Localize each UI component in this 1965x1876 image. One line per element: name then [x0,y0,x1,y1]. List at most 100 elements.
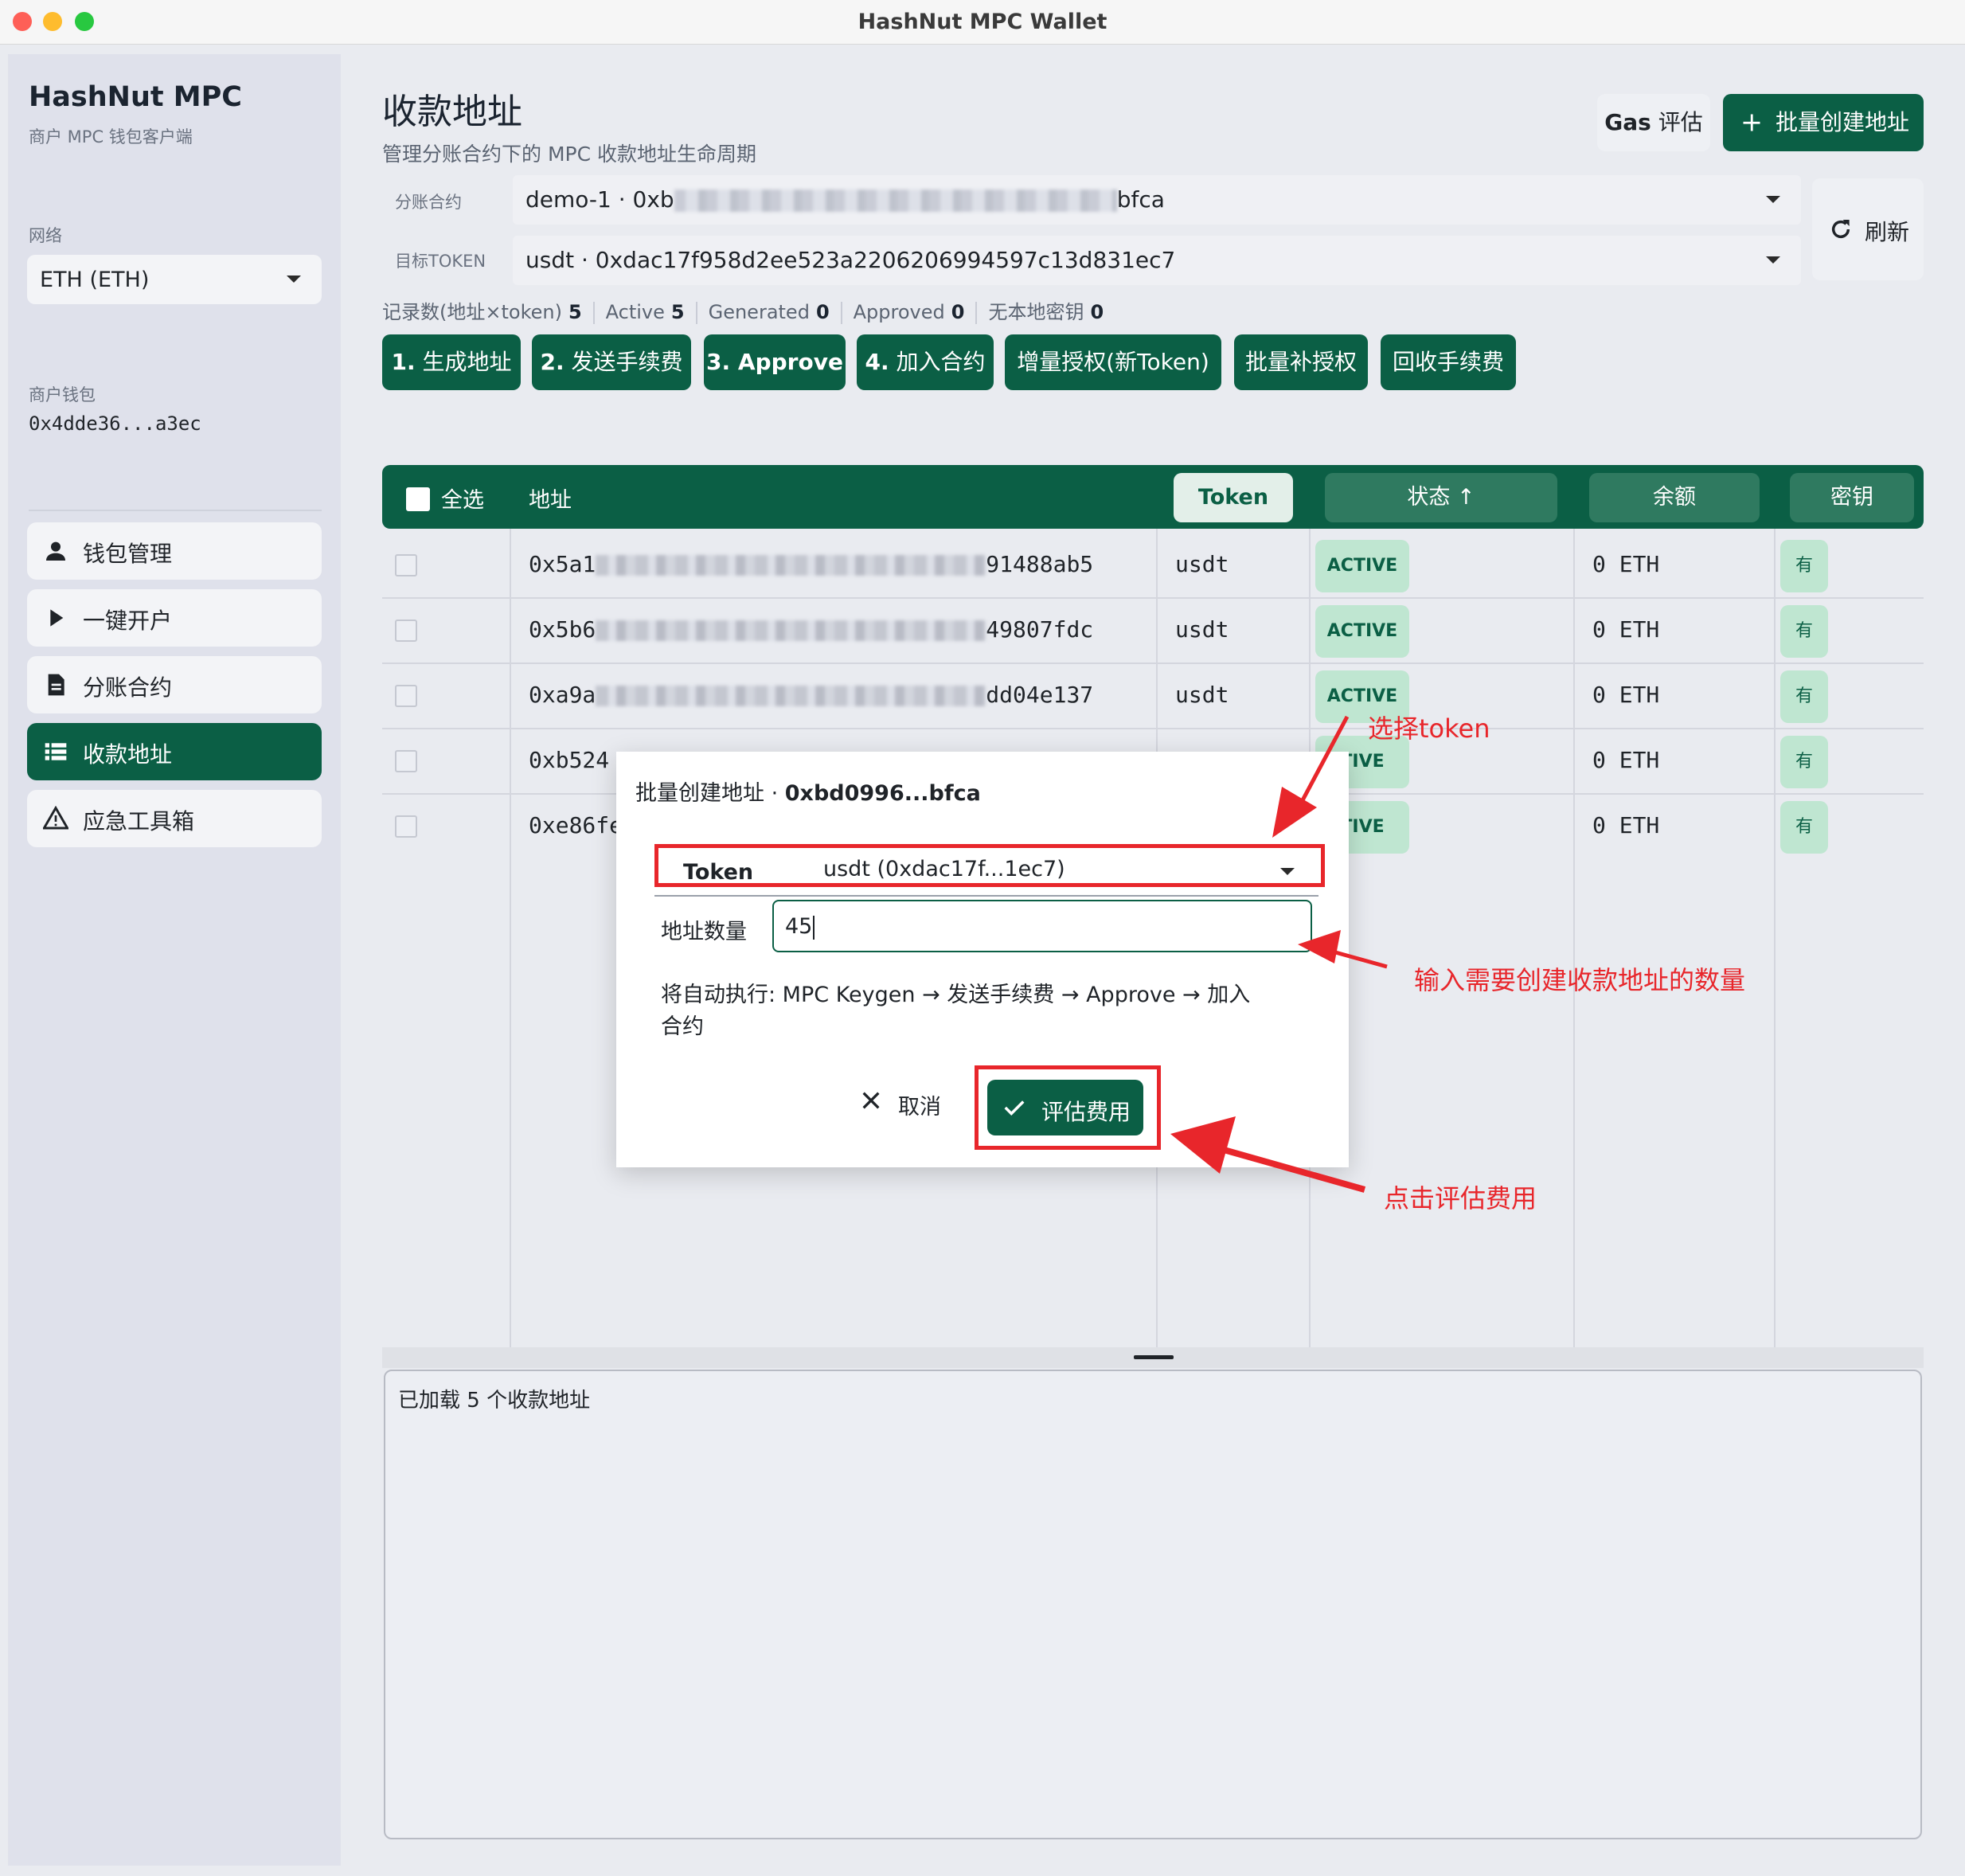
cancel-label: 取消 [898,1095,941,1120]
column-header-status[interactable]: 状态 ↑ [1325,473,1557,522]
title-bar: HashNut MPC Wallet [0,0,1965,45]
table-cell-token: usdt [1175,682,1229,708]
recover-fee-button[interactable]: 回收手续费 [1381,334,1516,390]
batch-reauthorize-button[interactable]: 批量补授权 [1234,334,1368,390]
close-icon [862,1092,880,1109]
step-label: 增量授权(新Token) [1017,349,1209,375]
column-divider [1573,529,1575,1349]
annotation-click-estimate: 点击评估费用 [1384,1183,1537,1214]
sidebar-item-receiving-address[interactable]: 收款地址 [27,723,322,780]
stat-approved-label: Approved [853,301,945,323]
row-divider [382,662,1924,664]
sidebar-item-wallet-management[interactable]: 钱包管理 [27,522,322,580]
table-cell-address[interactable]: 0xa9a dd04e137 [529,682,1093,708]
row-checkbox[interactable] [395,685,417,707]
dialog-title: 批量创建地址 · 0xbd0996...bfca [635,776,981,807]
step-join-contract-button[interactable]: 4. 加入合约 [857,334,994,390]
row-checkbox[interactable] [395,554,417,576]
panel-splitter[interactable] [382,1347,1924,1368]
stat-no-local-key-label: 无本地密钥 [988,301,1084,323]
batch-create-label: 批量创建地址 [1776,109,1910,135]
sidebar-item-label: 收款地址 [83,741,173,768]
stat-records-value: 5 [568,301,582,323]
sidebar-item-label: 一键开户 [83,608,173,634]
batch-create-address-button[interactable]: 批量创建地址 [1723,94,1924,151]
warning-icon [43,806,68,830]
chevron-down-icon [287,276,301,283]
step-number: 2. [540,349,564,375]
dialog-description: 将自动执行: MPC Keygen → 发送手续费 → Approve → 加入… [661,983,1251,1039]
quantity-input[interactable]: 45 [772,900,1312,952]
column-divider [510,529,511,1349]
table-cell-balance: 0 ETH [1592,747,1660,773]
select-all-checkbox[interactable] [406,487,430,511]
address-end: 91488ab5 [986,551,1094,577]
quantity-value: 45 [785,914,813,939]
merchant-wallet-address: 0x4dde36...a3ec [29,412,201,435]
contract-value-suffix: bfca [1116,186,1165,213]
refresh-button[interactable]: 刷新 [1812,178,1924,280]
user-icon [46,541,65,561]
table-cell-balance: 0 ETH [1592,616,1660,643]
table-cell-address[interactable]: 0x5a1 91488ab5 [529,551,1093,577]
row-divider [382,597,1924,599]
row-checkbox[interactable] [395,815,417,838]
table-header: 全选 地址 Token 状态 ↑ 余额 密钥 [382,465,1924,529]
address-end: 49807fdc [986,616,1094,643]
drag-handle-icon[interactable] [1134,1355,1174,1359]
contract-value-prefix: demo-1 · 0xb [525,186,674,213]
step-label: Approve [730,349,843,375]
page-title: 收款地址 [382,92,522,132]
row-checkbox[interactable] [395,750,417,772]
stat-divider [975,302,978,324]
table-cell-balance: 0 ETH [1592,682,1660,708]
step-approve-button[interactable]: 3. Approve [704,334,846,390]
gas-label: Gas [1604,109,1651,135]
column-header-token[interactable]: Token [1174,473,1293,522]
column-header-key[interactable]: 密钥 [1790,473,1914,522]
stat-active-value: 5 [670,301,685,323]
incremental-authorize-button[interactable]: 增量授权(新Token) [1005,334,1221,390]
row-divider [382,728,1924,729]
step-label: 批量补授权 [1244,349,1357,375]
sidebar-item-emergency-toolbox[interactable]: 应急工具箱 [27,790,322,847]
stat-active-label: Active [605,301,665,323]
table-cell-token: usdt [1175,551,1229,577]
network-label: 网络 [29,226,62,245]
page-subtitle: 管理分账合约下的 MPC 收款地址生命周期 [382,143,756,166]
step-label: 加入合约 [889,349,986,375]
column-header-balance[interactable]: 余额 [1589,473,1760,522]
stat-generated-value: 0 [815,301,830,323]
split-contract-select[interactable]: demo-1 · 0xb bfca [513,175,1801,225]
address-start: 0x5a1 [529,551,596,577]
plus-icon [1743,114,1760,131]
step-send-fee-button[interactable]: 2. 发送手续费 [532,334,691,390]
row-checkbox[interactable] [395,619,417,642]
redacted-blur [596,555,986,576]
cancel-button[interactable]: 取消 [855,1078,959,1126]
target-token-select[interactable]: usdt · 0xdac17f958d2ee523a2206206994597c… [513,236,1801,285]
table-cell-address[interactable]: 0xb524 [529,747,609,773]
sidebar-item-split-contract[interactable]: 分账合约 [27,656,322,713]
column-header-address[interactable]: 地址 [529,483,572,514]
key-badge: 有 [1780,801,1828,854]
gas-estimate-button[interactable]: Gas 评估 [1597,94,1710,151]
dialog-title-contract: 0xbd0996...bfca [784,781,981,806]
step-generate-address-button[interactable]: 1. 生成地址 [382,334,521,390]
redacted-blur [674,190,1117,212]
address-start: 0x5b6 [529,616,596,643]
window-title: HashNut MPC Wallet [857,10,1108,34]
table-cell-address[interactable]: 0xe86fe [529,812,623,838]
key-badge: 有 [1780,605,1828,658]
address-end: dd04e137 [986,682,1094,708]
dialog-title-prefix: 批量创建地址 · [635,781,785,806]
stat-divider [840,302,842,324]
step-label: 生成地址 [415,349,512,375]
redacted-blur [596,686,986,706]
sidebar-item-one-click-open[interactable]: 一键开户 [27,589,322,647]
stats-bar: 记录数(地址×token) 5 Active 5 Generated 0 Approved 0… [382,296,1104,324]
sidebar-item-label: 应急工具箱 [83,808,195,834]
table-cell-address[interactable]: 0x5b6 49807fdc [529,616,1093,643]
annotation-select-token: 选择token [1368,713,1490,744]
network-select[interactable]: ETH (ETH) [27,255,322,304]
